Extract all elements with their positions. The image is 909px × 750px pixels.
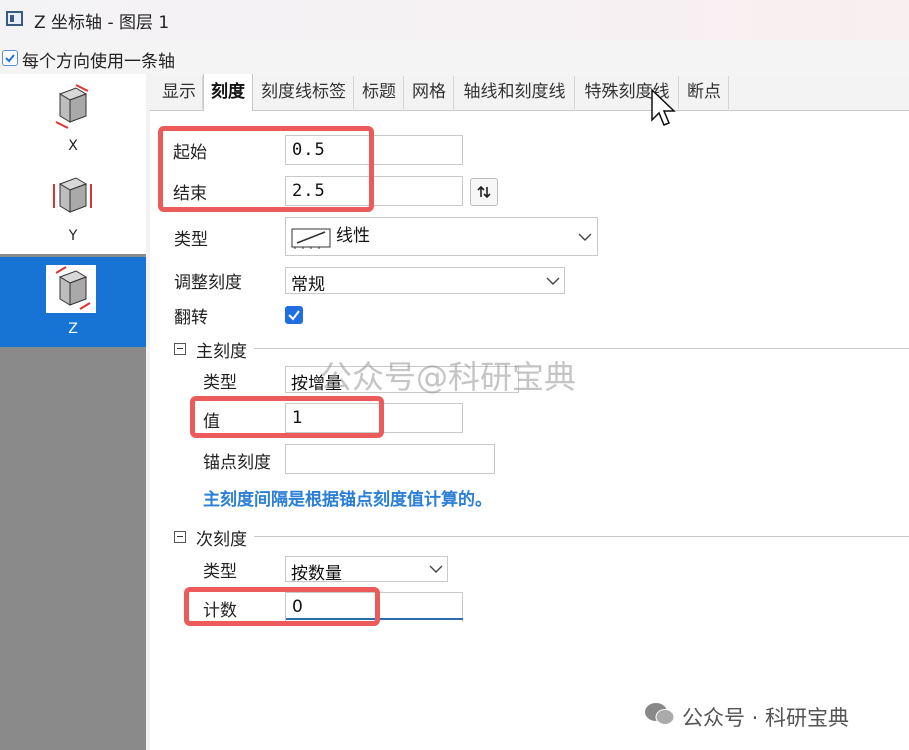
collapse-major-icon[interactable] bbox=[174, 343, 186, 355]
major-type-label: 类型 bbox=[203, 373, 237, 393]
highlight-major-value bbox=[190, 396, 384, 438]
sidebar-item-x[interactable]: X bbox=[0, 74, 146, 164]
title-bar: Z 坐标轴 - 图层 1 bbox=[0, 0, 909, 40]
axis-sidebar: X Y Z bbox=[0, 74, 146, 750]
sidebar-item-y[interactable]: Y bbox=[0, 164, 146, 254]
scale-type-select[interactable]: 线性 bbox=[285, 217, 598, 256]
watermark-bottom: 公众号 · 科研宝典 bbox=[682, 706, 850, 730]
swap-arrows-icon bbox=[477, 185, 491, 199]
cube-y-axis-icon bbox=[53, 177, 92, 213]
anchor-label: 锚点刻度 bbox=[203, 453, 271, 473]
reverse-checkbox[interactable] bbox=[285, 306, 303, 324]
highlight-start-end bbox=[158, 126, 374, 212]
tab-scale[interactable]: 刻度 bbox=[203, 74, 253, 111]
sidebar-item-label: X bbox=[68, 138, 78, 154]
sidebar-item-label: Z bbox=[68, 321, 78, 337]
minor-ticks-header: 次刻度 bbox=[196, 530, 247, 550]
major-ticks-header: 主刻度 bbox=[196, 342, 247, 362]
scale-type-value: 线性 bbox=[336, 226, 370, 246]
highlight-minor-count bbox=[184, 587, 380, 626]
wechat-icon bbox=[645, 703, 675, 725]
one-axis-per-direction-checkbox[interactable] bbox=[2, 50, 18, 66]
tab-bar: 显示 刻度 刻度线标签 标题 网格 轴线和刻度线 特殊刻度线 断点 bbox=[150, 74, 909, 111]
one-axis-per-direction-label: 每个方向使用一条轴 bbox=[22, 52, 175, 72]
anchor-input[interactable] bbox=[285, 444, 495, 474]
swap-start-end-button[interactable] bbox=[470, 178, 498, 206]
minor-type-select[interactable]: 按数量 bbox=[285, 556, 448, 584]
tab-display[interactable]: 显示 bbox=[156, 76, 203, 109]
sidebar-item-label: Y bbox=[68, 228, 78, 244]
tab-title[interactable]: 标题 bbox=[355, 76, 404, 109]
one-axis-per-direction-row: 每个方向使用一条轴 bbox=[0, 40, 909, 74]
minor-divider bbox=[254, 536, 909, 537]
sidebar-divider bbox=[146, 74, 150, 750]
app-icon bbox=[6, 11, 23, 26]
tab-grid[interactable]: 网格 bbox=[405, 76, 454, 109]
linear-scale-icon bbox=[291, 228, 331, 249]
sidebar-item-z[interactable]: Z bbox=[0, 257, 146, 347]
chevron-down-icon bbox=[578, 233, 592, 241]
rescale-label: 调整刻度 bbox=[174, 273, 242, 293]
window-title: Z 坐标轴 - 图层 1 bbox=[34, 13, 170, 33]
scale-type-label: 类型 bbox=[174, 230, 208, 250]
major-divider bbox=[254, 348, 909, 349]
chevron-down-icon bbox=[546, 277, 560, 285]
tab-tick-labels[interactable]: 刻度线标签 bbox=[254, 76, 354, 109]
cube-x-axis-icon bbox=[55, 84, 89, 129]
chevron-down-icon bbox=[429, 565, 443, 573]
tab-breaks[interactable]: 断点 bbox=[680, 76, 729, 109]
collapse-minor-icon[interactable] bbox=[174, 531, 186, 543]
cube-z-axis-icon bbox=[46, 265, 96, 313]
watermark-center: 公众号@科研宝典 bbox=[320, 358, 577, 396]
minor-type-label: 类型 bbox=[203, 562, 237, 582]
rescale-select[interactable]: 常规 bbox=[285, 267, 565, 295]
mouse-cursor-icon bbox=[651, 88, 676, 126]
rescale-value: 常规 bbox=[291, 275, 325, 295]
tab-line-and-ticks[interactable]: 轴线和刻度线 bbox=[455, 76, 575, 109]
minor-type-value: 按数量 bbox=[291, 564, 342, 584]
major-note: 主刻度间隔是根据锚点刻度值计算的。 bbox=[203, 490, 492, 510]
reverse-label: 翻转 bbox=[174, 308, 208, 328]
